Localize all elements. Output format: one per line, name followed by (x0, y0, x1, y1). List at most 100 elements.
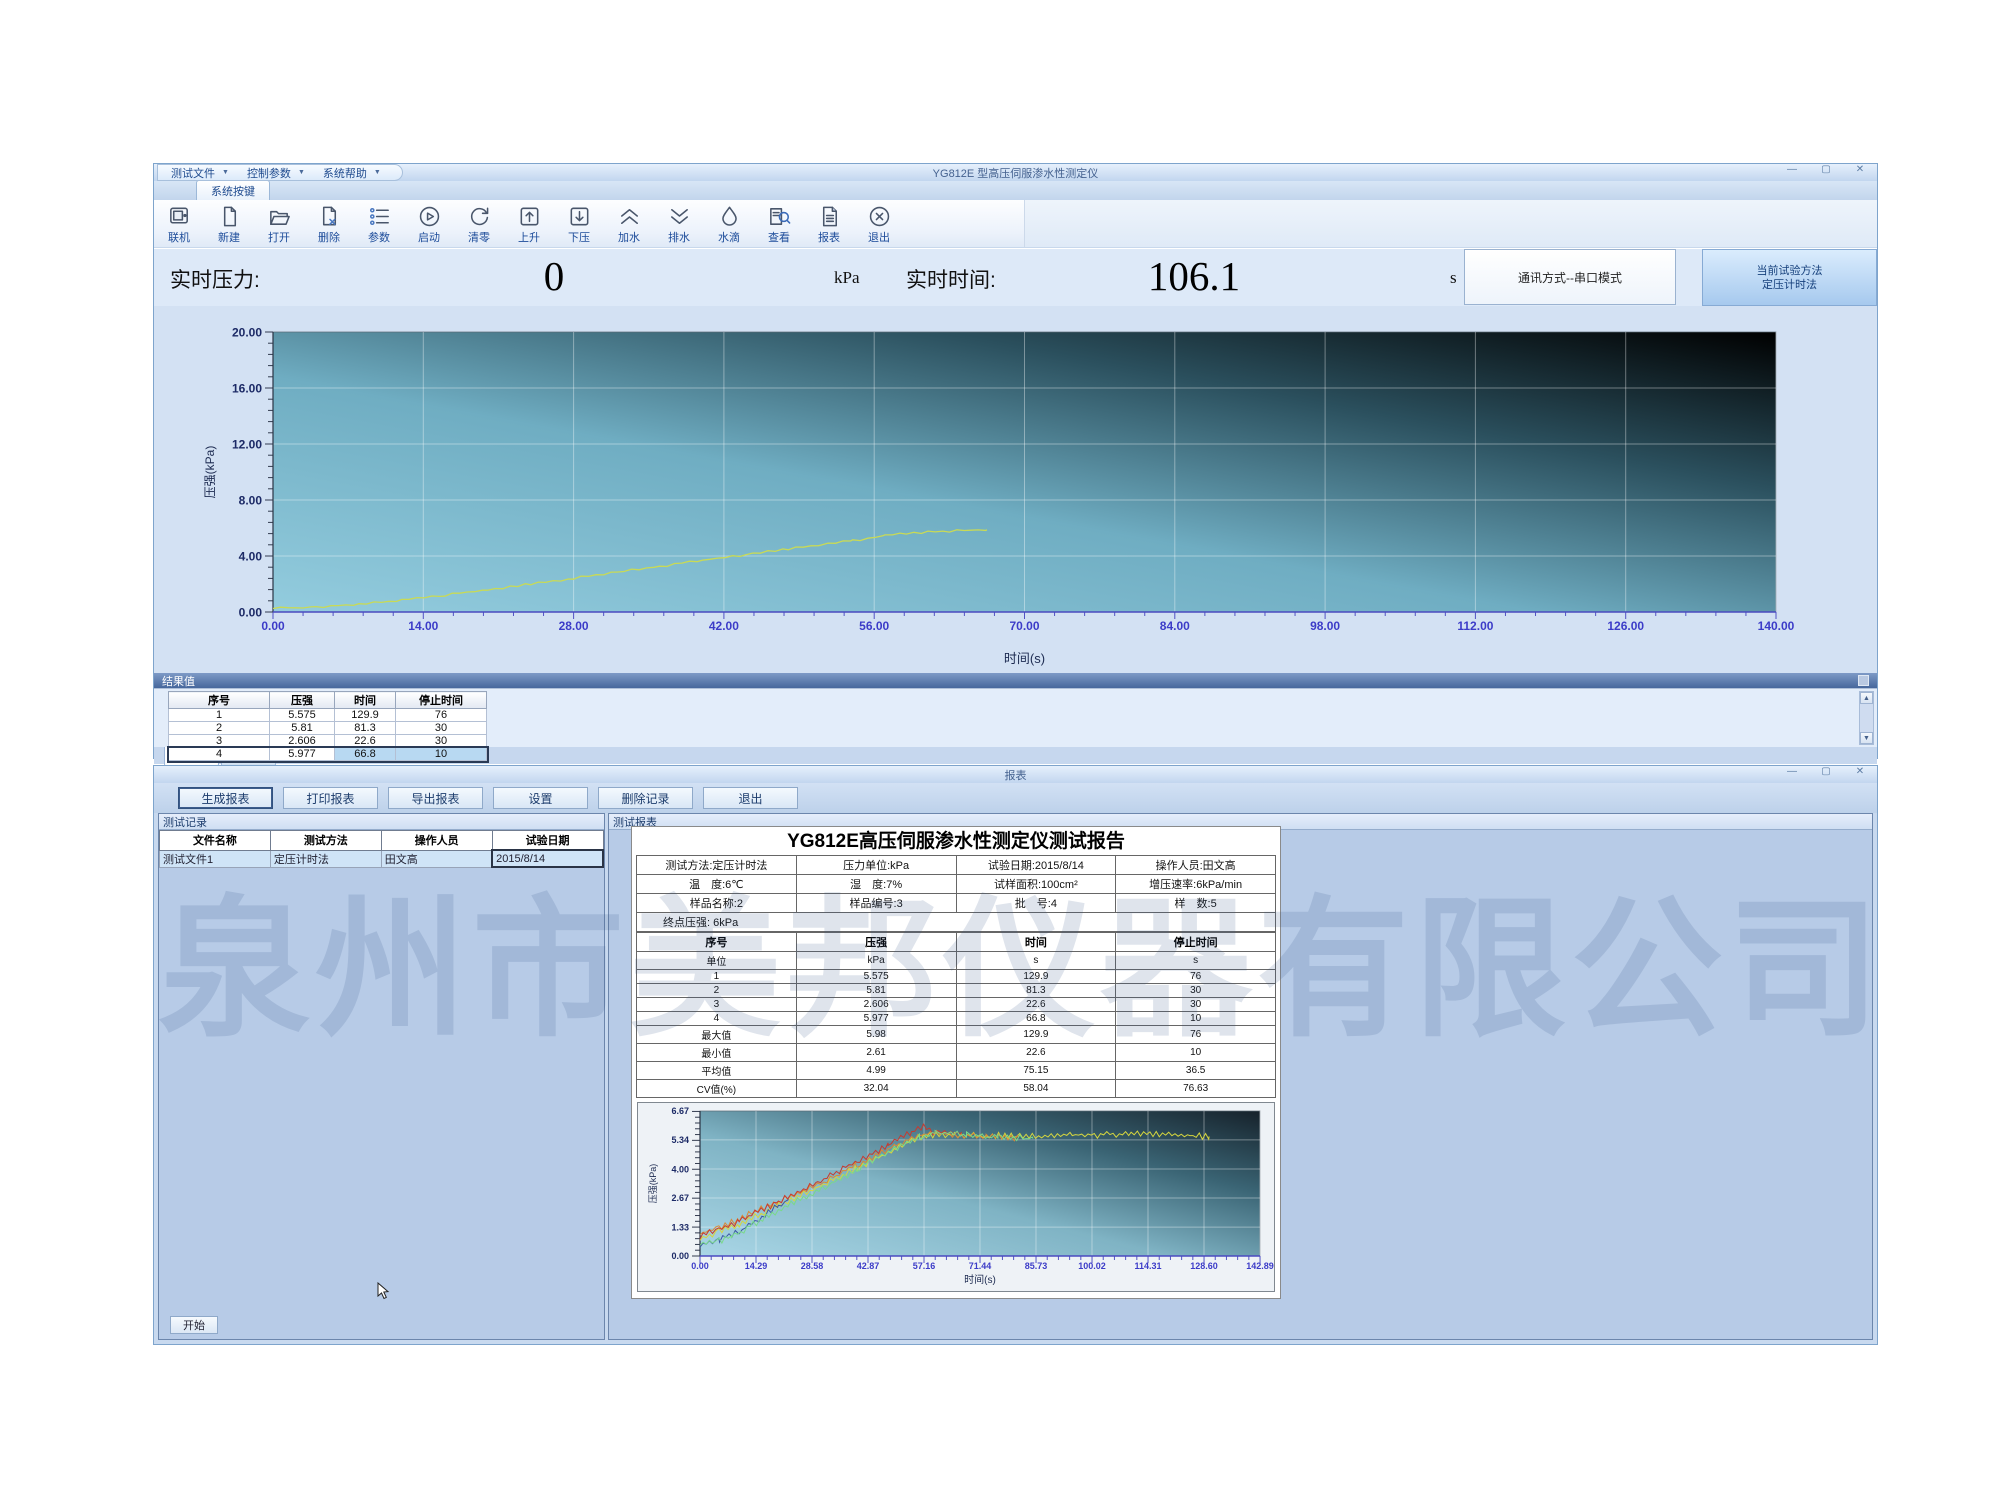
svg-text:56.00: 56.00 (859, 619, 889, 633)
toolbar-report-button[interactable]: 报表 (804, 200, 854, 247)
chevron-down-icon: ▼ (298, 169, 305, 176)
maximize-button[interactable]: ▢ (1817, 164, 1835, 175)
scroll-up-icon[interactable]: ▲ (1860, 692, 1873, 704)
add-water-icon (617, 204, 642, 229)
svg-text:压强(kPa): 压强(kPa) (203, 446, 217, 499)
start-button[interactable]: 开始 (170, 1316, 218, 1334)
scroll-down-icon[interactable]: ▼ (1860, 732, 1873, 744)
svg-text:28.00: 28.00 (559, 619, 589, 633)
connect-icon (167, 204, 192, 229)
toolbar-zero-button[interactable]: 清零 (454, 200, 504, 247)
main-window-title: YG812E 型高压伺服渗水性测定仪 (154, 165, 1877, 181)
svg-text:1.33: 1.33 (671, 1222, 689, 1232)
main-window-controls: — ▢ ✕ (1783, 164, 1869, 175)
results-panel-header: 结果值 (154, 673, 1877, 688)
svg-text:14.00: 14.00 (408, 619, 438, 633)
rise-icon (517, 204, 542, 229)
time-value: 106.1 (1054, 252, 1334, 300)
svg-text:4.00: 4.00 (239, 549, 263, 563)
params-icon (367, 204, 392, 229)
toolbar-delete-button[interactable]: 删除 (304, 200, 354, 247)
toolbar-add-water-button[interactable]: 加水 (604, 200, 654, 247)
table-row[interactable]: 32.60622.630 (169, 735, 487, 748)
toolbar-open-button[interactable]: 打开 (254, 200, 304, 247)
export-report-button[interactable]: 导出报表 (388, 787, 483, 809)
report-table-row: 15.575129.976 (637, 970, 1276, 984)
current-method-button[interactable]: 当前试验方法 定压计时法 (1702, 249, 1877, 306)
zero-icon (467, 204, 492, 229)
close-button[interactable]: ✕ (1851, 164, 1869, 175)
svg-text:100.02: 100.02 (1078, 1261, 1106, 1271)
exit-button[interactable]: 退出 (703, 787, 798, 809)
mouse-cursor (376, 1282, 392, 1300)
toolbar: 联机新建打开删除参数启动清零上升下压加水排水水滴查看报表退出 (154, 200, 1877, 248)
main-chart-panel: 0.0014.0028.0042.0056.0070.0084.0098.001… (154, 306, 1877, 673)
menu-control-params[interactable]: 控制参数 ▼ (238, 165, 314, 181)
time-label: 实时时间: (906, 264, 996, 294)
svg-text:20.00: 20.00 (232, 325, 262, 339)
table-header-row: 文件名称测试方法操作人员试验日期 (160, 831, 604, 851)
test-records-panel: 测试记录 文件名称测试方法操作人员试验日期测试文件1定压计时法田文高2015/8… (158, 813, 605, 1340)
results-table[interactable]: 序号压强时间停止时间15.575129.97625.8181.33032.606… (168, 691, 487, 761)
report-chart-frame: 0.0014.2928.5842.8757.1671.4485.73100.02… (637, 1102, 1275, 1292)
svg-text:128.60: 128.60 (1190, 1261, 1218, 1271)
comm-mode-button[interactable]: 通讯方式--串口模式 (1464, 249, 1676, 305)
records-table[interactable]: 文件名称测试方法操作人员试验日期测试文件1定压计时法田文高2015/8/14 (159, 830, 604, 868)
new-icon (217, 204, 242, 229)
table-header-row: 序号压强时间停止时间 (169, 692, 487, 709)
menu-test-file[interactable]: 测试文件 ▼ (162, 165, 238, 181)
ribbon-tab-row: 系统按键 (154, 181, 1877, 200)
report-sheet: YG812E高压伺服渗水性测定仪测试报告 测试方法:定压计时法压力单位:kPa试… (631, 826, 1281, 1299)
toolbar-new-button[interactable]: 新建 (204, 200, 254, 247)
report-button-row: 生成报表打印报表导出报表设置删除记录退出 (154, 783, 1877, 813)
toolbar-rise-button[interactable]: 上升 (504, 200, 554, 247)
status-row: 实时压力: 0 kPa 实时时间: 106.1 s 通讯方式--串口模式 当前试… (154, 248, 1877, 306)
toolbar-start-button[interactable]: 启动 (404, 200, 454, 247)
report-titlebar: 报表 — ▢ ✕ (154, 766, 1877, 783)
toolbar-drain-water-button[interactable]: 排水 (654, 200, 704, 247)
endpoint-pressure: 终点压强: 6kPa (637, 913, 1276, 932)
minimize-button[interactable]: — (1783, 164, 1801, 175)
toolbar-connect-button[interactable]: 联机 (154, 200, 204, 247)
minimize-button[interactable]: — (1783, 766, 1801, 777)
svg-text:70.00: 70.00 (1009, 619, 1039, 633)
drain-water-icon (667, 204, 692, 229)
svg-text:42.00: 42.00 (709, 619, 739, 633)
pin-icon[interactable] (1858, 675, 1869, 686)
report-window-title: 报表 (154, 767, 1877, 783)
tab-system-keys[interactable]: 系统按键 (196, 180, 270, 200)
menu-bar: 测试文件 ▼ 控制参数 ▼ 系统帮助 ▼ (157, 164, 403, 181)
svg-text:112.00: 112.00 (1457, 619, 1493, 633)
pressure-value: 0 (454, 252, 654, 300)
records-panel-header: 测试记录 (159, 814, 604, 830)
toolbar-params-button[interactable]: 参数 (354, 200, 404, 247)
exit-icon (867, 204, 892, 229)
report-chart: 0.0014.2928.5842.8757.1671.4485.73100.02… (640, 1104, 1280, 1290)
close-button[interactable]: ✕ (1851, 766, 1869, 777)
toolbar-press-button[interactable]: 下压 (554, 200, 604, 247)
settings-button[interactable]: 设置 (493, 787, 588, 809)
delete-icon (317, 204, 342, 229)
time-unit: s (1450, 268, 1457, 288)
print-report-button[interactable]: 打印报表 (283, 787, 378, 809)
toolbar-exit-button[interactable]: 退出 (854, 200, 904, 247)
open-icon (267, 204, 292, 229)
svg-text:16.00: 16.00 (232, 381, 262, 395)
table-row[interactable]: 45.97766.810 (169, 748, 487, 761)
results-area: 序号压强时间停止时间15.575129.97625.8181.33032.606… (154, 688, 1877, 747)
menu-system-help[interactable]: 系统帮助 ▼ (314, 165, 390, 181)
svg-text:2.67: 2.67 (671, 1193, 689, 1203)
view-icon (767, 204, 792, 229)
toolbar-water-drop-button[interactable]: 水滴 (704, 200, 754, 247)
results-scrollbar[interactable]: ▲ ▼ (1859, 691, 1874, 745)
toolbar-view-button[interactable]: 查看 (754, 200, 804, 247)
table-row[interactable]: 15.575129.976 (169, 709, 487, 722)
maximize-button[interactable]: ▢ (1817, 766, 1835, 777)
report-table-row: 25.8181.330 (637, 984, 1276, 998)
report-table-row: 最大值5.98129.976 (637, 1026, 1276, 1044)
report-table-row: 平均值4.9975.1536.5 (637, 1062, 1276, 1080)
delete-record-button[interactable]: 删除记录 (598, 787, 693, 809)
table-row[interactable]: 25.8181.330 (169, 722, 487, 735)
record-row[interactable]: 测试文件1定压计时法田文高2015/8/14 (160, 850, 604, 867)
generate-report-button[interactable]: 生成报表 (178, 787, 273, 809)
